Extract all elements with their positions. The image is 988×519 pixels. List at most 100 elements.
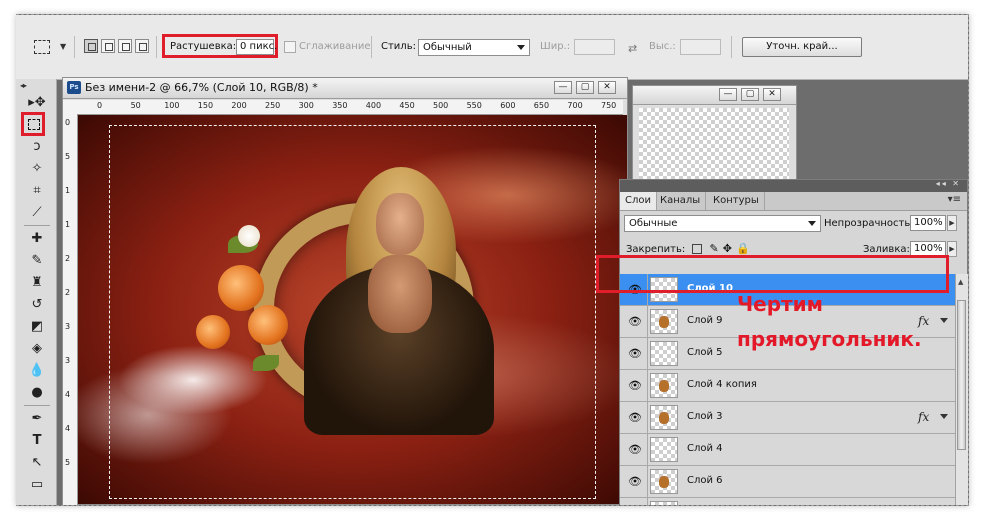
layer-name[interactable]: Слой 4 копия	[687, 379, 757, 390]
maximize-button[interactable]: ▢	[576, 81, 594, 94]
type-tool-icon[interactable]: T	[26, 431, 48, 451]
photoshop-icon: Ps	[67, 81, 81, 94]
healing-brush-tool-icon[interactable]: ✚	[26, 229, 48, 249]
ruler-tick-label: 1	[65, 220, 71, 229]
subtract-from-selection-button[interactable]	[118, 39, 132, 53]
layer-row[interactable]: 👁 Слой 6	[620, 466, 955, 498]
move-tool-icon[interactable]: ▸✥	[26, 93, 48, 113]
panel-menu-icon[interactable]: ▾≡	[948, 194, 961, 205]
minimize-button[interactable]: —	[554, 81, 572, 94]
visibility-eye-icon[interactable]: 👁	[628, 443, 642, 457]
ruler-tick-label: 3	[65, 322, 71, 331]
layer-thumbnail[interactable]	[650, 501, 678, 505]
add-to-selection-button[interactable]	[101, 39, 115, 53]
layer-row[interactable]: 👁 Слой 4 копия	[620, 370, 955, 402]
blur-tool-icon[interactable]: 💧	[26, 361, 48, 381]
visibility-eye-icon[interactable]: 👁	[628, 411, 642, 425]
layer-thumbnail[interactable]	[650, 373, 678, 398]
new-selection-mode-button[interactable]	[84, 39, 98, 53]
layer-name[interactable]: Слой 9	[687, 315, 723, 326]
collapse-icon[interactable]: ◂▸	[20, 81, 27, 90]
tools-panel: ◂▸ ▸✥ ↄ ✧ ⌗ ⟋ ✚ ✎ ♜ ↺ ◩ ◈ 💧 ● ✒ T ↖ ▭	[16, 79, 57, 505]
layer-thumbnail[interactable]	[650, 309, 678, 334]
tab-channels[interactable]: Каналы	[655, 192, 707, 210]
lock-transparency-icon[interactable]	[692, 244, 702, 254]
layer-thumbnail[interactable]	[650, 341, 678, 366]
layer-thumbnail[interactable]	[650, 437, 678, 462]
ruler-tick-label: 750	[601, 101, 617, 110]
swap-width-height-icon[interactable]: ⇄	[628, 42, 637, 55]
rectangular-marquee-tool-icon[interactable]	[21, 112, 45, 136]
layer-row[interactable]: 👁Слой 6 копия	[620, 498, 955, 505]
secondary-close-button[interactable]: ✕	[763, 88, 781, 101]
scrollbar-thumb[interactable]	[957, 300, 966, 450]
paint-bucket-tool-icon[interactable]: ◈	[26, 339, 48, 359]
intersect-selection-button[interactable]	[135, 39, 149, 53]
layers-scrollbar[interactable]: ▲	[955, 274, 968, 505]
feather-input[interactable]: 0 пикс.	[236, 39, 277, 55]
visibility-eye-icon[interactable]: 👁	[628, 379, 642, 393]
opacity-arrow-icon[interactable]: ▶	[947, 215, 957, 231]
layer-row[interactable]: 👁 Слой 4	[620, 434, 955, 466]
options-bar: ▼ Растушевка: 0 пикс. Сглаживание Стиль:…	[16, 15, 968, 80]
lock-position-icon[interactable]: ✥	[723, 242, 736, 255]
visibility-eye-icon[interactable]: 👁	[628, 475, 642, 489]
horizontal-ruler[interactable]: 0 50 100 150 200 250 300 350 400 450 500 550 600 650 7…	[83, 100, 623, 115]
layer-row[interactable]: 👁 Слой 3 fx	[620, 402, 955, 434]
visibility-eye-icon[interactable]: 👁	[628, 315, 642, 329]
secondary-maximize-button[interactable]: ▢	[741, 88, 759, 101]
panel-collapse-icon[interactable]: ◂◂ ✕	[936, 179, 961, 188]
blend-mode-select[interactable]: Обычные	[624, 215, 821, 232]
quick-selection-tool-icon[interactable]: ✧	[26, 159, 48, 179]
lock-all-icon[interactable]: 🔒	[736, 242, 754, 255]
canvas-area[interactable]	[78, 115, 627, 504]
layer-name[interactable]: Слой 3	[687, 411, 723, 422]
eraser-tool-icon[interactable]: ◩	[26, 317, 48, 337]
ruler-tick-label: 550	[466, 101, 482, 110]
document-titlebar[interactable]: Ps Без имени-2 @ 66,7% (Слой 10, RGB/8) …	[63, 78, 627, 99]
secondary-titlebar[interactable]: — ▢ ✕	[633, 86, 796, 105]
marquee-selection[interactable]	[109, 125, 596, 499]
preset-dropdown-arrow-icon[interactable]: ▼	[60, 42, 66, 51]
tab-layers[interactable]: Слои	[620, 192, 657, 210]
eyedropper-tool-icon[interactable]: ⟋	[26, 203, 48, 223]
clone-stamp-tool-icon[interactable]: ♜	[26, 273, 48, 293]
lasso-tool-icon[interactable]: ↄ	[26, 137, 48, 157]
height-label: Выс.:	[649, 41, 676, 52]
rectangular-marquee-preset-icon[interactable]	[34, 40, 50, 54]
style-select[interactable]: Обычный	[418, 39, 530, 56]
ruler-origin[interactable]	[63, 100, 83, 115]
secondary-minimize-button[interactable]: —	[719, 88, 737, 101]
shape-tool-icon[interactable]: ▭	[26, 475, 48, 495]
dodge-tool-icon[interactable]: ●	[26, 383, 48, 403]
layer-effects-icon[interactable]: fx	[918, 410, 929, 424]
vertical-ruler[interactable]: 0 5 1 1 2 2 3 3 4 4 5	[63, 114, 78, 505]
layer-name[interactable]: Слой 6	[687, 475, 723, 486]
close-button[interactable]: ✕	[598, 81, 616, 94]
pen-tool-icon[interactable]: ✒	[26, 409, 48, 429]
height-input[interactable]	[680, 39, 721, 55]
lock-pixels-icon[interactable]: ✎	[710, 242, 723, 255]
path-selection-tool-icon[interactable]: ↖	[26, 453, 48, 473]
panel-header[interactable]: ◂◂ ✕	[620, 179, 967, 192]
separator	[647, 338, 648, 369]
layer-thumbnail[interactable]	[650, 469, 678, 494]
effects-expand-arrow-icon[interactable]	[940, 318, 948, 323]
layer-thumbnail[interactable]	[650, 405, 678, 430]
layer-effects-icon[interactable]: fx	[918, 314, 929, 328]
scroll-up-icon[interactable]: ▲	[958, 278, 963, 286]
tab-paths[interactable]: Контуры	[708, 192, 765, 210]
effects-expand-arrow-icon[interactable]	[940, 414, 948, 419]
opacity-input[interactable]: 100%	[910, 215, 946, 231]
crop-tool-icon[interactable]: ⌗	[26, 181, 48, 201]
ruler-tick-label: 700	[567, 101, 583, 110]
separator	[647, 466, 648, 497]
layer-name[interactable]: Слой 5	[687, 347, 723, 358]
brush-tool-icon[interactable]: ✎	[26, 251, 48, 271]
width-input[interactable]	[574, 39, 615, 55]
refine-edge-button[interactable]: Уточн. край...	[742, 37, 862, 57]
history-brush-tool-icon[interactable]: ↺	[26, 295, 48, 315]
visibility-eye-icon[interactable]: 👁	[628, 347, 642, 361]
layer-name[interactable]: Слой 4	[687, 443, 723, 454]
antialias-checkbox[interactable]	[284, 41, 296, 53]
